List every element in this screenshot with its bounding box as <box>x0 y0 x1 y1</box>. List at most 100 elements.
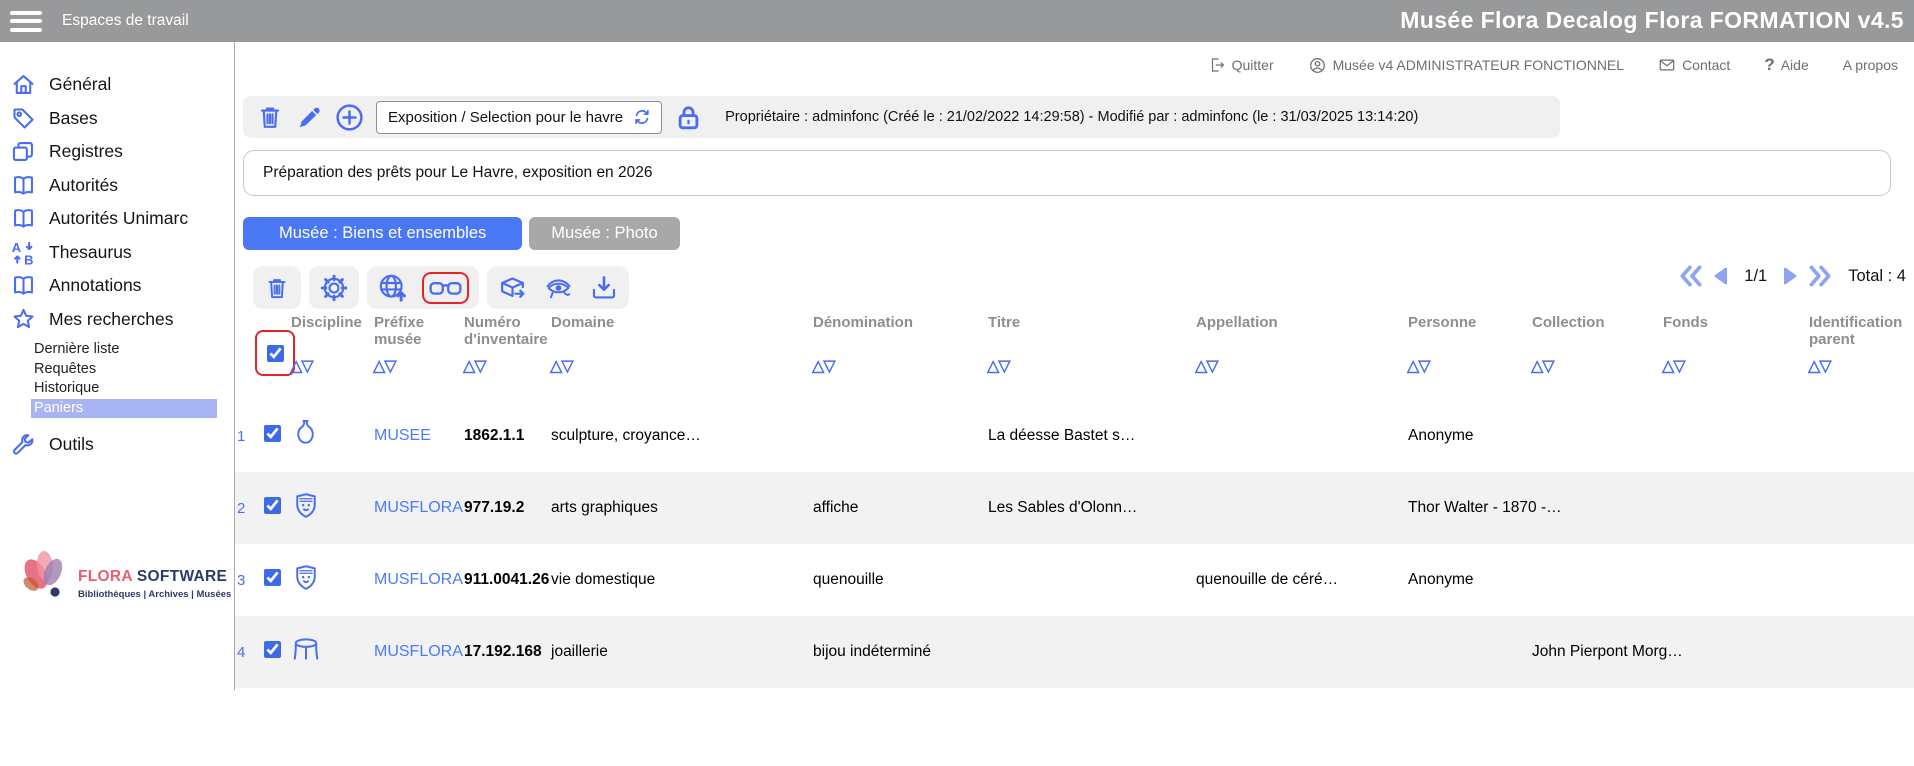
brand-flora: FLORA <box>78 568 132 585</box>
delete-selection-button[interactable] <box>253 266 301 309</box>
table-row: 3 MUSFLORA 911.0041.26 vie domestique qu… <box>235 544 1914 616</box>
svg-text:A: A <box>12 240 21 255</box>
sidebar-item-bases[interactable]: Bases <box>0 102 234 136</box>
record-link[interactable]: MUSFLORA <box>371 643 461 661</box>
record-link[interactable]: MUSFLORA <box>371 499 461 517</box>
tab-musee-biens-et-ensembles[interactable]: Musée : Biens et ensembles <box>243 217 522 250</box>
sidebar-subitem-paniers[interactable]: Paniers <box>31 399 217 419</box>
sidebar-subitem-requetes[interactable]: Requêtes <box>31 360 218 380</box>
select-all-checkbox[interactable] <box>267 345 284 362</box>
column-header-titre: Titre △▽ <box>985 308 1193 376</box>
results-table: 1 MUSEE 1862.1.1 sculpture, croyance… La… <box>235 400 1914 688</box>
record-link[interactable]: MUSFLORA <box>371 571 461 589</box>
sidebar-item-registres[interactable]: Registres <box>0 135 234 169</box>
edit-basket-icon[interactable] <box>296 104 323 131</box>
sidebar-item-thesaurus[interactable]: AB Thesaurus <box>0 236 234 270</box>
sort-arrows[interactable]: △▽ <box>810 356 985 376</box>
sidebar-subitem-derniere-liste[interactable]: Dernière liste <box>31 340 218 360</box>
wrench-icon <box>10 431 37 458</box>
sidebar-item-mes-recherches[interactable]: Mes recherches <box>0 303 234 337</box>
row-checkbox[interactable] <box>264 497 281 514</box>
owner-info: Propriétaire : adminfonc (Créé le : 21/0… <box>725 109 1418 125</box>
sidebar-item-general[interactable]: Général <box>0 68 234 102</box>
column-header-identification-parent: Identification parent △▽ <box>1806 308 1914 376</box>
delete-basket-icon[interactable] <box>255 102 285 132</box>
column-header-personne: Personne △▽ <box>1405 308 1529 376</box>
tab-musee-photo[interactable]: Musée : Photo <box>529 217 679 250</box>
prev-page-icon[interactable] <box>1709 264 1733 288</box>
column-header-discipline: Discipline △▽ <box>288 308 371 376</box>
book-icon <box>10 272 37 299</box>
sort-arrows[interactable]: △▽ <box>1193 356 1405 376</box>
sidebar-item-outils[interactable]: Outils <box>0 428 234 462</box>
hamburger-menu-icon[interactable] <box>10 6 42 36</box>
main-content: Exposition / Selection pour le havre Pro… <box>235 0 1914 766</box>
total-count: Total : 4 <box>1848 267 1906 286</box>
book-icon <box>10 205 37 232</box>
record-link[interactable]: MUSEE <box>371 427 461 445</box>
brand-tagline: Bibliothèques | Archives | Musées <box>78 589 231 600</box>
glasses-icon[interactable] <box>429 276 462 300</box>
row-checkbox[interactable] <box>264 425 281 442</box>
sort-arrows[interactable]: △▽ <box>1660 356 1806 376</box>
view-mode-group <box>367 266 479 309</box>
sort-arrows[interactable]: △▽ <box>371 356 461 376</box>
sort-arrows[interactable]: △▽ <box>985 356 1193 376</box>
sidebar-subitem-historique[interactable]: Historique <box>31 379 218 399</box>
sort-alpha-icon: AB <box>10 239 37 266</box>
last-page-icon[interactable] <box>1807 263 1833 289</box>
gear-icon <box>319 273 349 303</box>
sort-arrows[interactable]: △▽ <box>1529 356 1660 376</box>
sort-arrows[interactable]: △▽ <box>1806 356 1914 376</box>
highlight-glasses <box>422 272 469 304</box>
sidebar-item-autorites-unimarc[interactable]: Autorités Unimarc <box>0 202 234 236</box>
row-checkbox[interactable] <box>264 641 281 658</box>
export-box-icon[interactable] <box>497 272 528 303</box>
column-header-denomination: Dénomination △▽ <box>810 308 985 376</box>
sort-arrows[interactable]: △▽ <box>1405 356 1529 376</box>
page-indicator: 1/1 <box>1744 267 1767 286</box>
next-page-icon[interactable] <box>1778 264 1802 288</box>
export-tools-group <box>487 266 629 309</box>
sidebar-item-annotations[interactable]: Annotations <box>0 269 234 303</box>
basket-description-input[interactable]: Préparation des prêts pour Le Havre, exp… <box>243 150 1891 196</box>
column-header-select-all <box>261 308 288 376</box>
row-checkbox[interactable] <box>264 569 281 586</box>
table-header: Discipline △▽ Préfixe musée △▽ Numéro d'… <box>235 308 1914 376</box>
download-icon[interactable] <box>589 273 619 303</box>
pagination: 1/1 Total : 4 <box>1678 263 1906 289</box>
basket-selector-value: Exposition / Selection pour le havre <box>388 109 623 126</box>
basket-selector[interactable]: Exposition / Selection pour le havre <box>376 101 662 134</box>
column-header-numero-inventaire: Numéro d'inventaire △▽ <box>461 308 548 376</box>
column-header-appellation: Appellation △▽ <box>1193 308 1405 376</box>
sidebar: Général Bases Registres Autorités Autori… <box>0 42 235 690</box>
settings-button[interactable] <box>309 266 359 309</box>
list-toolbar <box>253 266 629 309</box>
add-basket-icon[interactable] <box>334 102 365 133</box>
sort-arrows[interactable]: △▽ <box>288 356 371 376</box>
table-row: 1 MUSEE 1862.1.1 sculpture, croyance… La… <box>235 400 1914 472</box>
table-row: 2 MUSFLORA 977.19.2 arts graphiques affi… <box>235 472 1914 544</box>
svg-text:B: B <box>24 252 33 266</box>
sort-arrows[interactable]: △▽ <box>548 356 810 376</box>
horus-eye-icon[interactable] <box>542 274 575 302</box>
sort-arrows[interactable]: △▽ <box>461 356 548 376</box>
column-header-collection: Collection △▽ <box>1529 308 1660 376</box>
brand-software: SOFTWARE <box>137 568 227 585</box>
home-icon <box>10 71 37 98</box>
column-header-domaine: Domaine △▽ <box>548 308 810 376</box>
first-page-icon[interactable] <box>1678 263 1704 289</box>
stool-icon <box>291 636 321 664</box>
lock-icon[interactable] <box>673 102 704 133</box>
column-header-fonds: Fonds △▽ <box>1660 308 1806 376</box>
book-icon <box>10 172 37 199</box>
crest-icon <box>291 490 321 522</box>
tag-icon <box>10 105 37 132</box>
column-header-prefixe-musee: Préfixe musée △▽ <box>371 308 461 376</box>
globe-upload-icon[interactable] <box>377 272 408 303</box>
flora-software-logo: FLORA SOFTWARE Bibliothèques | Archives … <box>18 534 248 600</box>
stack-icon <box>10 138 37 165</box>
table-row: 4 MUSFLORA 17.192.168 joaillerie bijou i… <box>235 616 1914 688</box>
sidebar-item-autorites[interactable]: Autorités <box>0 169 234 203</box>
refresh-icon[interactable] <box>632 107 652 127</box>
